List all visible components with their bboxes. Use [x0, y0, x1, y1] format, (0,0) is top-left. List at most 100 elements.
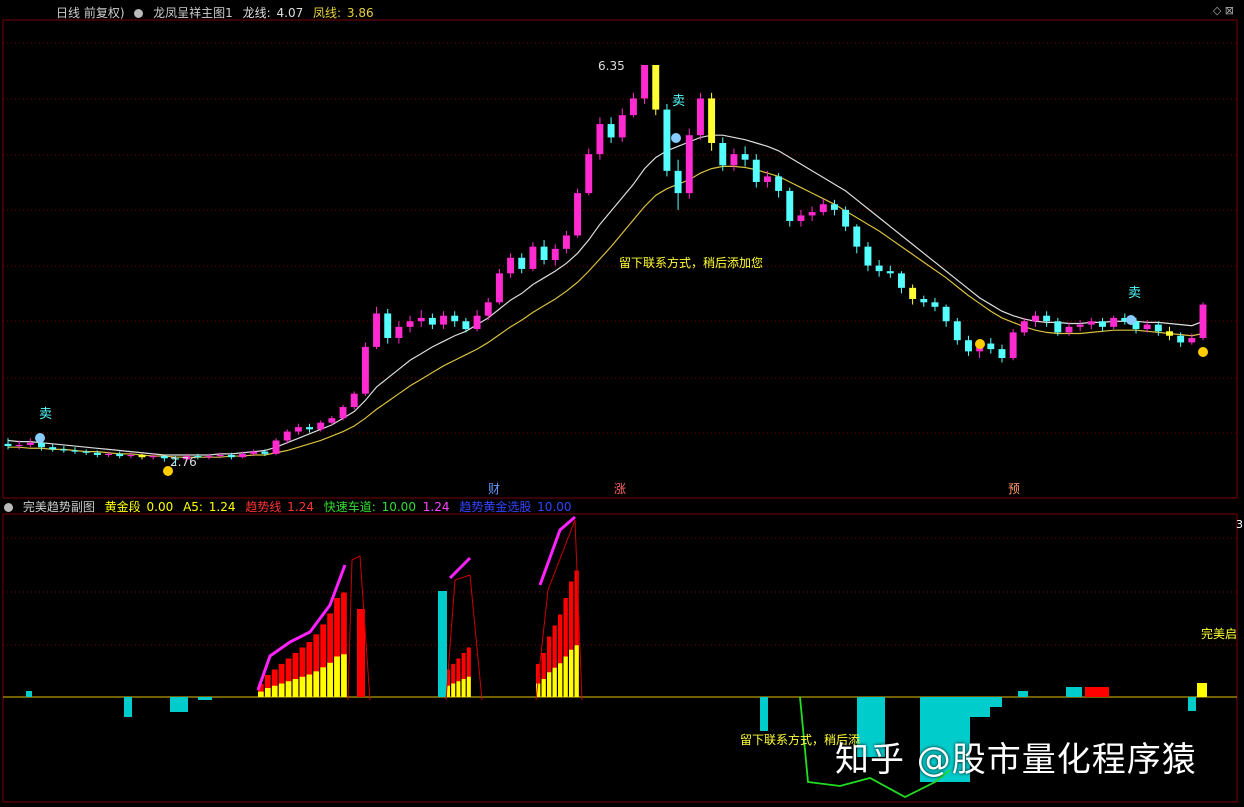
cyan-bar [1018, 691, 1028, 697]
marker-zhang: 涨 [614, 481, 626, 496]
yellow-bar [541, 679, 546, 697]
candle-body [775, 176, 783, 191]
candle-body [138, 454, 146, 458]
cyan-bar [760, 697, 768, 731]
cyan-bar [124, 697, 132, 717]
candle-body [1065, 326, 1073, 333]
candle-body [830, 204, 838, 210]
candle-body [842, 209, 850, 227]
candle-body [920, 298, 928, 303]
candle-body [585, 154, 593, 194]
candle-body [261, 451, 269, 454]
candle-body [551, 248, 559, 260]
candle-body [1087, 321, 1095, 325]
yellow-bar [552, 667, 557, 697]
yellow-bar [341, 654, 347, 697]
yellow-bar [456, 681, 461, 697]
candle-body [987, 343, 995, 350]
candle-body [160, 456, 168, 459]
candle-body [328, 418, 336, 423]
candle-body [1020, 321, 1028, 333]
candle-body [26, 442, 34, 445]
candle-body [1199, 304, 1207, 338]
yellow-bar [320, 667, 327, 697]
sell-signal-label: 卖 [672, 94, 685, 109]
watermark: 知乎 @股市量化程序猿 [835, 740, 1197, 780]
candle-body [596, 124, 604, 155]
max-price-label: 6.35 [598, 59, 625, 73]
candle-body [15, 444, 23, 447]
cyan-bar [26, 691, 32, 697]
sell-signal-icon [35, 433, 45, 443]
ma-long-line [7, 134, 1204, 456]
candle-body [853, 226, 861, 247]
candle-body [93, 452, 101, 455]
candle-body [1054, 321, 1062, 333]
candle-body [495, 273, 503, 303]
candle-body [562, 235, 570, 249]
cyan-bar [1188, 697, 1196, 711]
candle-body [105, 453, 112, 455]
candle-body [540, 246, 548, 260]
candle-body [965, 340, 972, 352]
cyan-bar [438, 591, 447, 697]
yellow-bar [1197, 683, 1207, 697]
sell-signal-label: 卖 [39, 407, 52, 422]
moving-average-lines [7, 134, 1204, 458]
sell-signal-icon [671, 133, 681, 143]
cyan-bar [990, 697, 1002, 707]
candle-body [283, 431, 291, 441]
red-bar [357, 609, 365, 697]
yellow-bar [461, 679, 466, 697]
yellow-bar [569, 649, 574, 697]
yellow-bar [466, 676, 471, 697]
candle-body [864, 246, 872, 266]
candle-body [819, 204, 827, 213]
yellow-bar [563, 656, 568, 697]
buy-signal-icon [975, 339, 985, 349]
candle-body [116, 453, 124, 457]
candle-body [406, 321, 414, 327]
cyan-bar [1066, 687, 1082, 697]
notice-text: 留下联系方式，稍后添加您 [619, 255, 763, 270]
yellow-bar [306, 674, 313, 697]
candle-body [272, 440, 280, 454]
cyan-bar [970, 697, 990, 717]
yellow-bar [313, 671, 320, 697]
candle-body [1177, 335, 1185, 343]
candle-body [674, 170, 682, 194]
yellow-bar [258, 691, 264, 697]
candle-body [1076, 324, 1084, 327]
yellow-bar [264, 688, 271, 697]
candle-body [38, 442, 45, 448]
marker-cai: 财 [488, 482, 500, 496]
candle-body [629, 98, 637, 116]
candle-body [897, 273, 905, 288]
candle-body [205, 456, 213, 458]
candle-body [719, 142, 727, 166]
candle-body [1143, 324, 1151, 330]
candle-body [350, 393, 358, 408]
candle-body [1009, 332, 1017, 359]
magenta-curve [538, 515, 576, 586]
candle-body [71, 450, 79, 452]
candle-body [998, 349, 1006, 359]
candle-body [909, 287, 917, 299]
yellow-bar [292, 679, 299, 697]
candle-body [4, 443, 12, 447]
candle-body [574, 193, 582, 236]
candle-body [149, 456, 157, 458]
candle-body [507, 257, 515, 274]
candle-body [886, 271, 894, 274]
buy-signal-icon [163, 466, 173, 476]
candle-body [1188, 337, 1196, 343]
right-axis-value: 3 [1236, 518, 1243, 531]
candle-body [752, 159, 760, 182]
yellow-bar [574, 645, 579, 697]
candle-body [808, 212, 816, 216]
yellow-bar [451, 683, 456, 697]
min-price-label: 2.76 [170, 455, 197, 469]
candle-body [250, 451, 258, 454]
stock-chart[interactable]: 6.35 2.76 卖 卖 卖 留下联系方式，稍后添加您 留下联系方式，稍后添 … [0, 0, 1244, 807]
candle-body [227, 454, 235, 458]
